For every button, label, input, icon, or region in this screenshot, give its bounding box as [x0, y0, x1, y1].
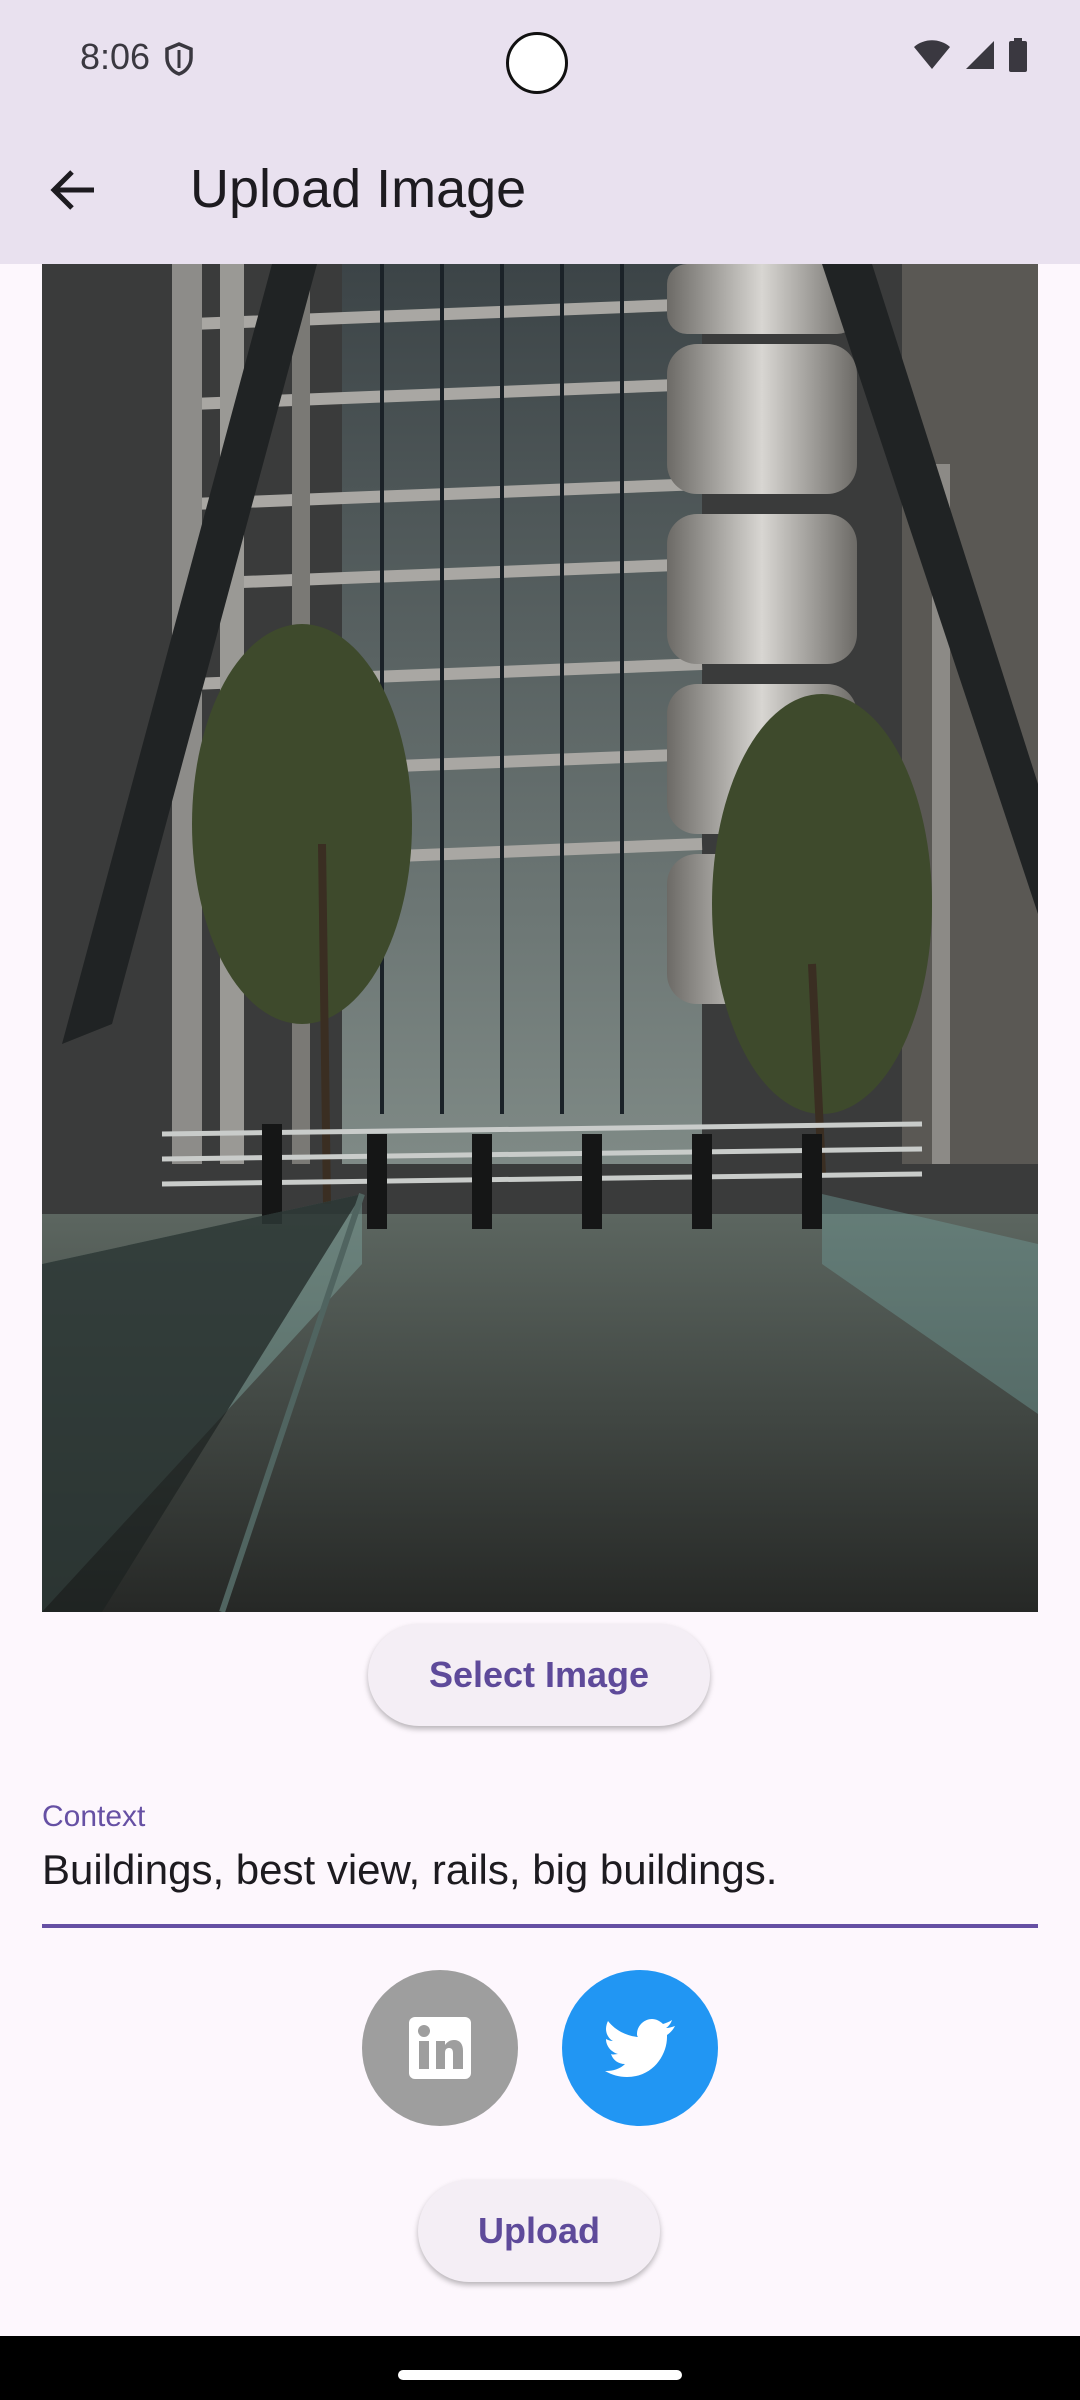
camera-cutout [506, 32, 568, 94]
arrow-back-icon [50, 170, 94, 210]
context-input-underline [42, 1924, 1038, 1928]
upload-button[interactable]: Upload [418, 2180, 660, 2282]
context-label: Context [42, 1800, 146, 1833]
page-title: Upload Image [190, 159, 527, 219]
home-gesture-handle[interactable] [398, 2370, 682, 2380]
cellular-icon [964, 39, 996, 76]
shield-icon [164, 42, 194, 76]
twitter-icon [605, 2019, 675, 2077]
system-nav-bar [0, 2336, 1080, 2400]
app-bar: 8:06 Upload Image [0, 0, 1080, 264]
selected-image-preview [42, 264, 1038, 1612]
linkedin-toggle[interactable] [362, 1970, 518, 2126]
status-icons [912, 37, 1028, 77]
linkedin-icon [409, 2017, 471, 2079]
back-button[interactable] [34, 150, 114, 230]
status-time: 8:06 [80, 36, 151, 77]
select-image-button[interactable]: Select Image [368, 1624, 710, 1726]
battery-icon [1008, 37, 1028, 77]
context-input[interactable]: Buildings, best view, rails, big buildin… [42, 1846, 1038, 1926]
wifi-icon [912, 39, 952, 76]
twitter-toggle[interactable] [562, 1970, 718, 2126]
